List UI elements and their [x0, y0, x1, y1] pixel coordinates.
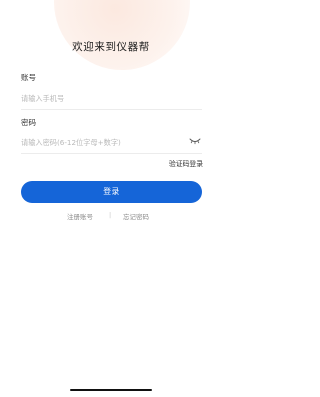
password-divider — [21, 153, 202, 154]
login-page: 欢迎来到仪器帮 账号 密码 验证码登录 登录 注册账号 | 忘记密码 — [0, 0, 222, 397]
link-separator: | — [109, 211, 112, 219]
eye-closed-icon[interactable] — [189, 137, 201, 145]
sms-login-link[interactable]: 验证码登录 — [169, 158, 203, 168]
password-input[interactable] — [21, 134, 181, 150]
login-button[interactable]: 登录 — [21, 181, 202, 203]
home-indicator[interactable] — [70, 389, 152, 391]
account-divider — [21, 109, 202, 110]
page-title: 欢迎来到仪器帮 — [72, 41, 150, 53]
password-label: 密码 — [21, 118, 36, 127]
phone-input[interactable] — [21, 90, 202, 106]
forgot-password-link[interactable]: 忘记密码 — [123, 211, 149, 221]
register-link[interactable]: 注册账号 — [67, 211, 93, 221]
decorative-circle — [54, 0, 190, 70]
account-label: 账号 — [21, 73, 36, 82]
